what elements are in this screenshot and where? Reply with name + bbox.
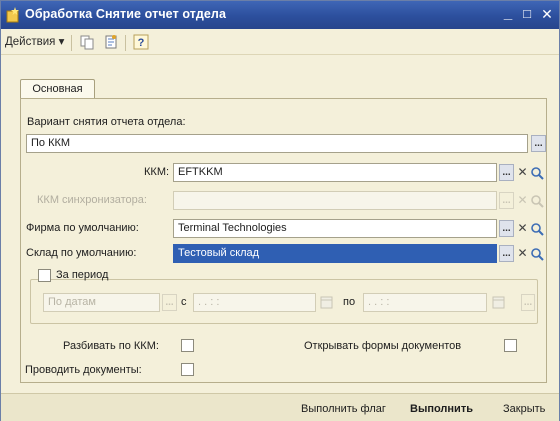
kkm-clear-icon[interactable]: ✕: [515, 164, 530, 181]
firm-label: Фирма по умолчанию:: [26, 222, 139, 234]
app-icon: [6, 7, 19, 23]
post-docs-checkbox[interactable]: [181, 363, 194, 376]
open-forms-checkbox[interactable]: [504, 339, 517, 352]
actions-menu[interactable]: Действия ▾: [5, 34, 64, 48]
calendar-icon: [492, 296, 505, 309]
tab-main[interactable]: Основная: [20, 79, 95, 99]
sync-kkm-search-icon: [531, 195, 544, 208]
period-checkbox[interactable]: [38, 269, 51, 282]
split-kkm-checkbox[interactable]: [181, 339, 194, 352]
split-kkm-label: Разбивать по ККМ:: [63, 340, 159, 352]
document-settings-icon[interactable]: [103, 34, 119, 50]
period-label: За период: [56, 269, 109, 281]
period-extra-button: ...: [521, 294, 535, 311]
kkm-search-icon[interactable]: [530, 165, 545, 182]
close-button[interactable]: ✕: [538, 5, 556, 23]
warehouse-clear-icon[interactable]: ✕: [515, 245, 530, 262]
actions-menu-label: Действия: [5, 36, 56, 48]
warehouse-select-button[interactable]: ...: [499, 245, 514, 262]
kkm-field[interactable]: EFTKKM: [173, 163, 497, 182]
maximize-button[interactable]: □: [518, 5, 536, 23]
sync-kkm-field: [173, 191, 497, 210]
help-label: ?: [138, 37, 145, 49]
sync-kkm-clear-icon: ✕: [517, 193, 528, 207]
sync-kkm-select-button: ...: [499, 192, 514, 209]
to-date-field: . . : :: [363, 293, 487, 312]
variant-select-button[interactable]: ...: [531, 135, 546, 152]
firm-select-button[interactable]: ...: [499, 220, 514, 237]
close-form-button[interactable]: Закрыть: [499, 401, 549, 419]
firm-search-icon[interactable]: [530, 221, 545, 238]
period-mode-field: По датам: [43, 293, 160, 312]
firm-field[interactable]: Terminal Technologies: [173, 219, 497, 238]
kkm-select-button[interactable]: ...: [499, 164, 514, 181]
firm-clear-icon[interactable]: ✕: [515, 220, 530, 237]
minimize-button[interactable]: _: [499, 5, 517, 23]
period-mode-select-button: ...: [162, 294, 177, 311]
kkm-label: ККМ:: [144, 166, 170, 178]
processing-window: Обработка Снятие отчет отдела _ □ ✕ Дейс…: [0, 0, 560, 421]
toolbar-separator: [71, 35, 72, 51]
warehouse-label: Склад по умолчанию:: [26, 247, 137, 259]
title-bar[interactable]: Обработка Снятие отчет отдела _ □ ✕: [1, 1, 559, 29]
execute-button[interactable]: Выполнить: [406, 401, 477, 419]
from-label: с: [181, 296, 187, 308]
variant-field[interactable]: По ККМ: [26, 134, 528, 153]
sync-kkm-label: ККМ синхронизатора:: [37, 194, 147, 206]
warehouse-field[interactable]: Тестовый склад: [173, 244, 497, 263]
open-forms-label: Открывать формы документов: [304, 340, 462, 352]
toolbar: Действия ▾ ?: [1, 29, 559, 55]
post-docs-label: Проводить документы:: [25, 364, 142, 376]
calendar-icon: [320, 296, 333, 309]
help-icon[interactable]: ?: [133, 34, 149, 50]
variant-label: Вариант снятия отчета отдела:: [27, 116, 186, 128]
execute-flag-button[interactable]: Выполнить флаг: [297, 401, 390, 419]
toolbar-separator: [125, 35, 126, 51]
warehouse-search-icon[interactable]: [530, 246, 545, 263]
from-date-field: . . : :: [193, 293, 316, 312]
to-label: по: [343, 296, 356, 308]
window-title: Обработка Снятие отчет отдела: [25, 7, 227, 21]
chevron-down-icon: ▾: [58, 36, 65, 48]
copy-icon[interactable]: [79, 34, 95, 50]
